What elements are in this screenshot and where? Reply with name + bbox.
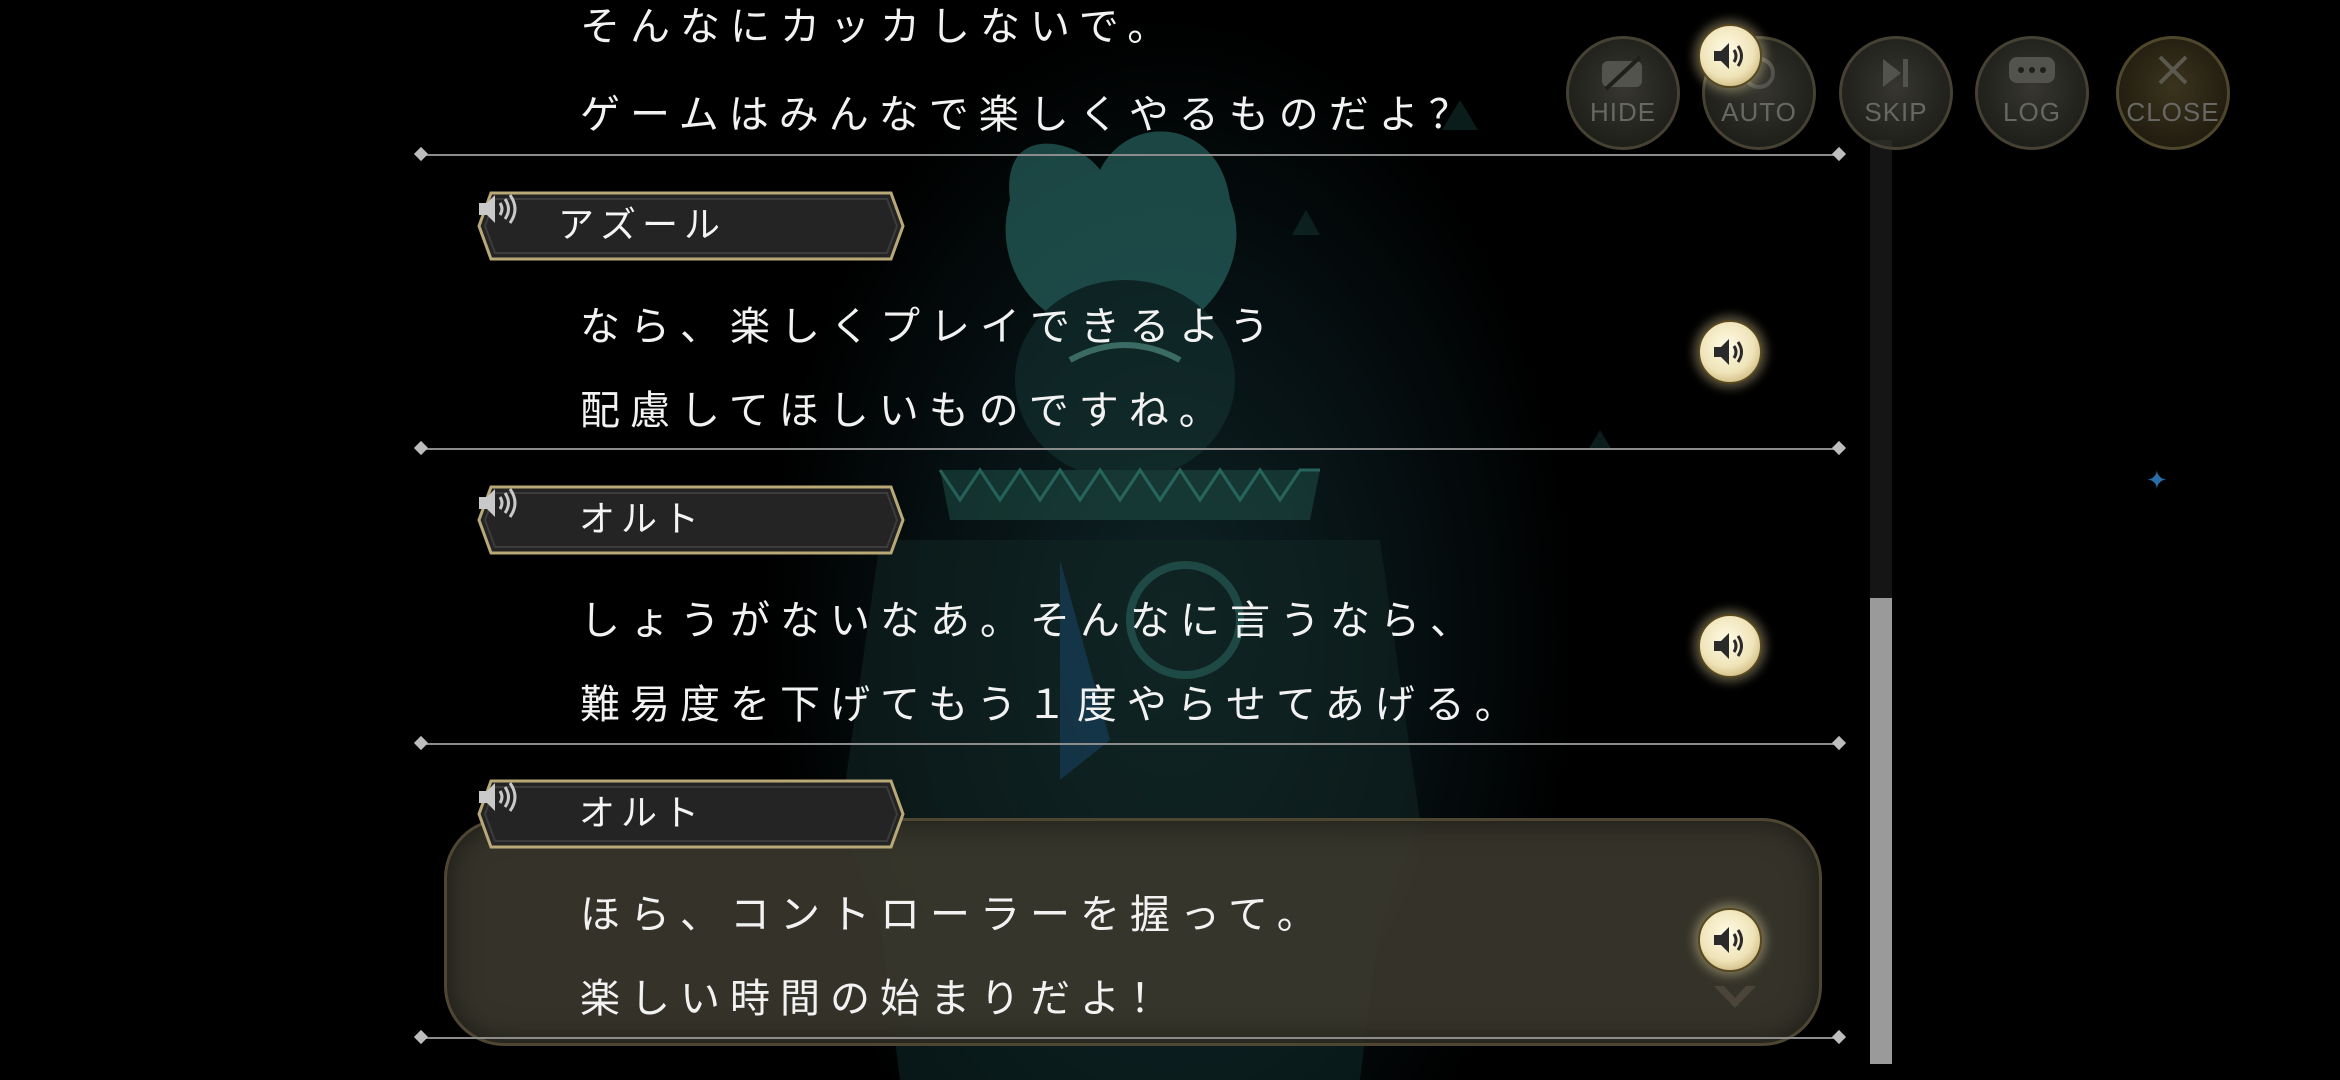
sparkle-icon: ✦ xyxy=(2146,466,2168,496)
speaker-name: アズール xyxy=(557,205,726,246)
message-line: そんなにカッカしないで。 xyxy=(580,4,1178,50)
chevron-down-icon xyxy=(1714,986,1756,1008)
speaker-icon xyxy=(1714,927,1743,953)
voice-replay-button[interactable] xyxy=(1698,320,1762,384)
entry-divider xyxy=(420,154,1840,156)
speaker-icon[interactable] xyxy=(477,191,521,227)
skip-button[interactable]: SKIP xyxy=(1839,36,1953,150)
speaker-name: オルト xyxy=(578,793,705,834)
voice-replay-button[interactable] xyxy=(1698,908,1762,972)
scrollbar-thumb[interactable] xyxy=(1870,598,1892,1064)
close-button[interactable]: CLOSE xyxy=(2116,36,2230,150)
message-line: 配慮してほしいものですね。 xyxy=(580,388,1229,434)
auto-label: AUTO xyxy=(1721,97,1797,127)
speaker-icon xyxy=(1714,339,1743,365)
message-line: 難易度を下げてもう１度やらせてあげる。 xyxy=(580,682,1525,728)
voice-replay-button[interactable] xyxy=(1698,614,1762,678)
story-log-screen: ✦ HIDE AUTO SKIP LOG CLOSE そんなにカッカしないで。 … xyxy=(0,0,2340,1080)
speaker-name-plate: オルト xyxy=(477,779,905,849)
skip-label: SKIP xyxy=(1864,97,1928,127)
message-line: しょうがないなあ。そんなに言うなら、 xyxy=(580,598,1480,644)
hide-label: HIDE xyxy=(1589,97,1657,127)
chat-bubble-icon xyxy=(2009,57,2055,83)
speaker-icon xyxy=(1714,43,1743,69)
speaker-icon[interactable] xyxy=(477,485,521,521)
speaker-name-plate: オルト xyxy=(477,485,905,555)
entry-divider xyxy=(420,743,1840,745)
entry-divider xyxy=(420,448,1840,450)
message-line: 楽しい時間の始まりだよ！ xyxy=(580,976,1180,1022)
message-line: なら、楽しくプレイできるよう xyxy=(580,304,1280,350)
speaker-name-plate: アズール xyxy=(477,191,905,261)
skip-icon xyxy=(1883,59,1908,87)
speaker-name: オルト xyxy=(578,499,705,540)
speaker-icon xyxy=(1714,633,1743,659)
entry-divider xyxy=(420,1037,1840,1039)
hide-button[interactable]: HIDE xyxy=(1566,36,1680,150)
close-label: CLOSE xyxy=(2126,97,2220,127)
log-label: LOG xyxy=(2003,97,2061,127)
message-line: ゲームはみんなで楽しくやるものだよ？ xyxy=(580,92,1479,138)
close-icon xyxy=(2158,55,2188,85)
hide-icon xyxy=(1602,55,1642,91)
message-line: ほら、コントローラーを握って。 xyxy=(580,892,1327,938)
speaker-icon[interactable] xyxy=(477,779,521,815)
voice-replay-button[interactable] xyxy=(1698,24,1762,88)
log-button[interactable]: LOG xyxy=(1975,36,2089,150)
